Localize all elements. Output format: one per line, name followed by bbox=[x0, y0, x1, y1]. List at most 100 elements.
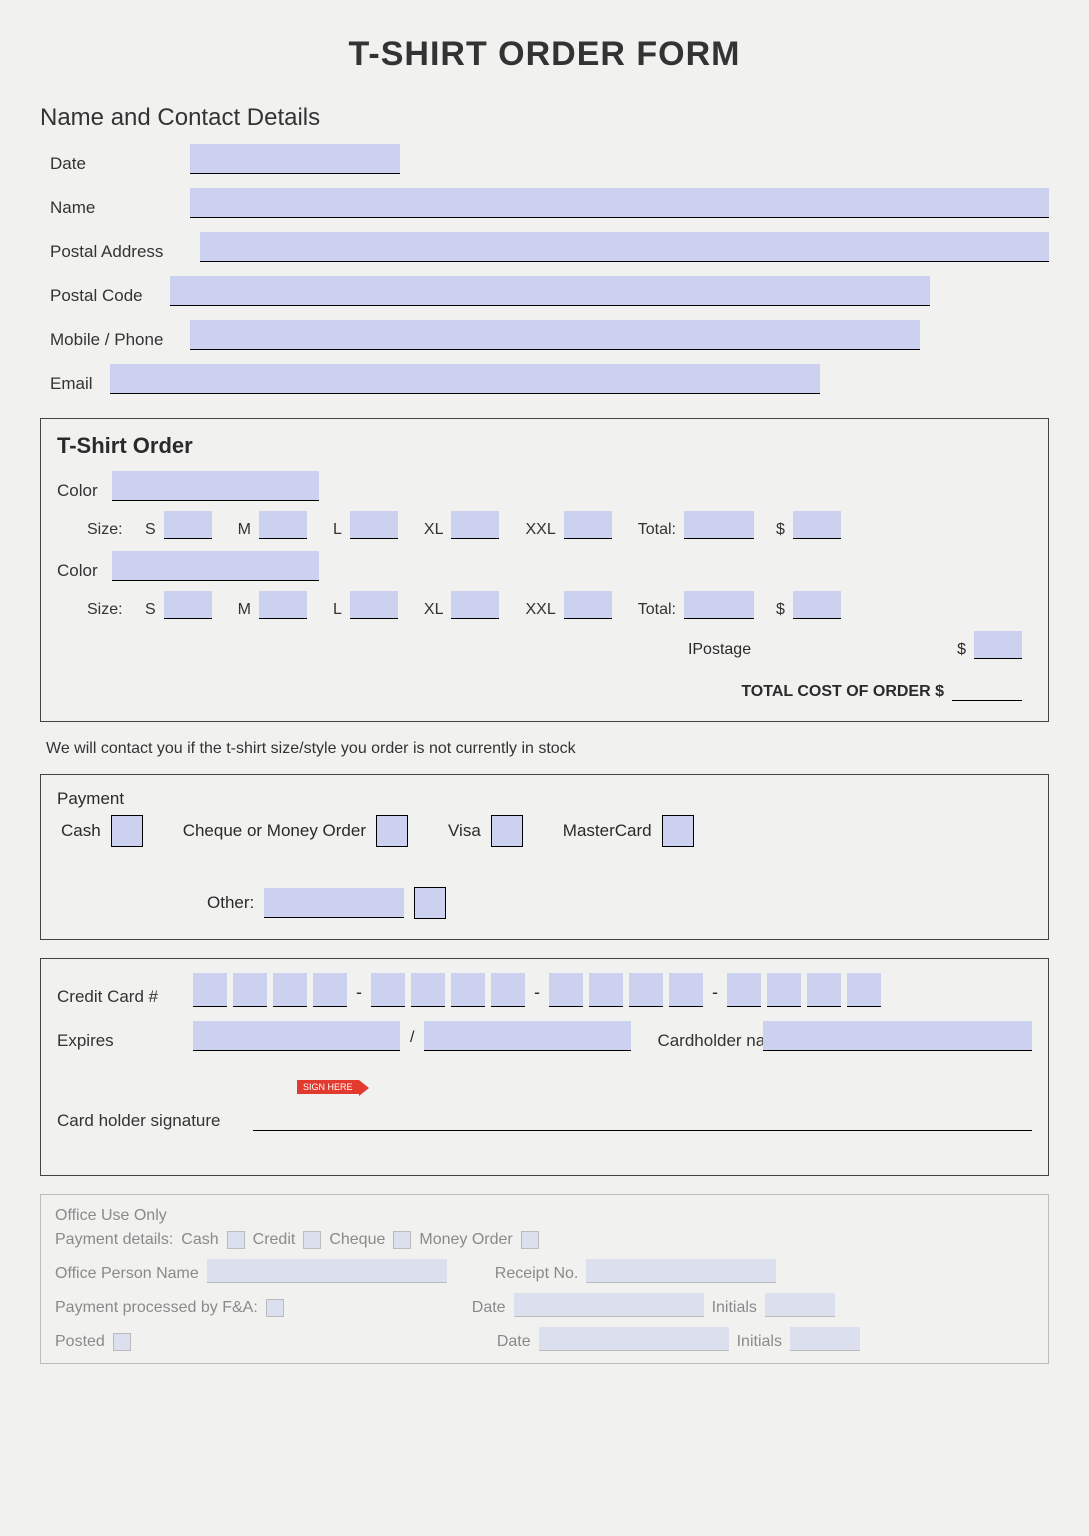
office-cheque-check[interactable] bbox=[393, 1231, 411, 1249]
page-title: T-SHIRT ORDER FORM bbox=[40, 35, 1049, 74]
postal-code-input[interactable] bbox=[170, 276, 930, 306]
m-input-2[interactable] bbox=[259, 591, 307, 619]
cc-d6[interactable] bbox=[411, 973, 445, 1007]
office-person-input[interactable] bbox=[207, 1259, 447, 1283]
expires-label: Expires bbox=[57, 1031, 187, 1051]
postage-input[interactable] bbox=[974, 631, 1022, 659]
xl-input-2[interactable] bbox=[451, 591, 499, 619]
amount-input-1[interactable] bbox=[793, 511, 841, 539]
date-label-2: Date bbox=[497, 1333, 531, 1351]
cc-d7[interactable] bbox=[451, 973, 485, 1007]
processed-check[interactable] bbox=[266, 1299, 284, 1317]
total-label-2: Total: bbox=[638, 601, 676, 619]
cc-d1[interactable] bbox=[193, 973, 227, 1007]
other-input[interactable] bbox=[264, 888, 404, 918]
cc-d8[interactable] bbox=[491, 973, 525, 1007]
total-input-2[interactable] bbox=[684, 591, 754, 619]
total-label-1: Total: bbox=[638, 521, 676, 539]
posted-label: Posted bbox=[55, 1333, 105, 1351]
pay-details-label: Payment details: bbox=[55, 1231, 173, 1249]
cc-d9[interactable] bbox=[549, 973, 583, 1007]
cash-checkbox[interactable] bbox=[111, 815, 143, 847]
cc-d4[interactable] bbox=[313, 973, 347, 1007]
cc-d15[interactable] bbox=[807, 973, 841, 1007]
office-credit-label: Credit bbox=[253, 1231, 296, 1249]
l-input-2[interactable] bbox=[350, 591, 398, 619]
postal-code-label: Postal Code bbox=[50, 286, 170, 306]
mobile-label: Mobile / Phone bbox=[50, 330, 190, 350]
color-input-1[interactable] bbox=[112, 471, 319, 501]
email-input[interactable] bbox=[110, 364, 820, 394]
office-heading: Office Use Only bbox=[55, 1207, 1034, 1225]
mobile-input[interactable] bbox=[190, 320, 920, 350]
cash-label: Cash bbox=[61, 821, 101, 841]
cc-d10[interactable] bbox=[589, 973, 623, 1007]
cc-d12[interactable] bbox=[669, 973, 703, 1007]
cc-d2[interactable] bbox=[233, 973, 267, 1007]
cheque-checkbox[interactable] bbox=[376, 815, 408, 847]
xxl-input-2[interactable] bbox=[564, 591, 612, 619]
amount-input-2[interactable] bbox=[793, 591, 841, 619]
s-input-2[interactable] bbox=[164, 591, 212, 619]
name-label: Name bbox=[50, 198, 190, 218]
office-cash-check[interactable] bbox=[227, 1231, 245, 1249]
office-mo-check[interactable] bbox=[521, 1231, 539, 1249]
xl-label: XL bbox=[424, 521, 444, 539]
cc-d3[interactable] bbox=[273, 973, 307, 1007]
m-label-2: M bbox=[238, 601, 251, 619]
card-section: Credit Card # - - - Expires / Cardholder… bbox=[40, 958, 1049, 1176]
office-person-label: Office Person Name bbox=[55, 1265, 199, 1283]
visa-checkbox[interactable] bbox=[491, 815, 523, 847]
total-cost-input[interactable] bbox=[952, 673, 1022, 701]
l-label: L bbox=[333, 521, 342, 539]
s-input-1[interactable] bbox=[164, 511, 212, 539]
cc-d5[interactable] bbox=[371, 973, 405, 1007]
payment-section: Payment Cash Cheque or Money Order Visa … bbox=[40, 774, 1049, 940]
date-label: Date bbox=[50, 154, 190, 174]
color-input-2[interactable] bbox=[112, 551, 319, 581]
signature-input[interactable] bbox=[253, 1101, 1032, 1131]
order-heading: T-Shirt Order bbox=[57, 433, 1032, 459]
l-input-1[interactable] bbox=[350, 511, 398, 539]
cc-label: Credit Card # bbox=[57, 987, 187, 1007]
other-label: Other: bbox=[207, 893, 254, 913]
postal-address-input[interactable] bbox=[200, 232, 1049, 262]
mastercard-checkbox[interactable] bbox=[662, 815, 694, 847]
office-credit-check[interactable] bbox=[303, 1231, 321, 1249]
name-input[interactable] bbox=[190, 188, 1049, 218]
cc-d13[interactable] bbox=[727, 973, 761, 1007]
expires-mm[interactable] bbox=[193, 1021, 400, 1051]
postal-address-label: Postal Address bbox=[50, 242, 200, 262]
m-input-1[interactable] bbox=[259, 511, 307, 539]
cardholder-label: Cardholder name bbox=[657, 1032, 757, 1051]
cardholder-input[interactable] bbox=[763, 1021, 1032, 1051]
xl-label-2: XL bbox=[424, 601, 444, 619]
m-label: M bbox=[238, 521, 251, 539]
receipt-input[interactable] bbox=[586, 1259, 776, 1283]
office-initials-2[interactable] bbox=[790, 1327, 860, 1351]
xxl-input-1[interactable] bbox=[564, 511, 612, 539]
dollar-postage: $ bbox=[957, 641, 966, 659]
size-label-1: Size: bbox=[87, 521, 137, 539]
dollar-label-1: $ bbox=[776, 521, 785, 539]
expires-yy[interactable] bbox=[424, 1021, 631, 1051]
office-cash-label: Cash bbox=[181, 1231, 218, 1249]
cc-d14[interactable] bbox=[767, 973, 801, 1007]
office-mo-label: Money Order bbox=[419, 1231, 512, 1249]
date-input[interactable] bbox=[190, 144, 400, 174]
visa-label: Visa bbox=[448, 821, 481, 841]
total-input-1[interactable] bbox=[684, 511, 754, 539]
mastercard-label: MasterCard bbox=[563, 821, 652, 841]
office-initials-1[interactable] bbox=[765, 1293, 835, 1317]
initials-label-1: Initials bbox=[712, 1299, 757, 1317]
cc-d11[interactable] bbox=[629, 973, 663, 1007]
posted-check[interactable] bbox=[113, 1333, 131, 1351]
processed-label: Payment processed by F&A: bbox=[55, 1299, 258, 1317]
payment-heading: Payment bbox=[57, 789, 1032, 809]
xl-input-1[interactable] bbox=[451, 511, 499, 539]
other-checkbox[interactable] bbox=[414, 887, 446, 919]
color-label-2: Color bbox=[57, 561, 106, 581]
office-date-2[interactable] bbox=[539, 1327, 729, 1351]
cc-d16[interactable] bbox=[847, 973, 881, 1007]
office-date-1[interactable] bbox=[514, 1293, 704, 1317]
